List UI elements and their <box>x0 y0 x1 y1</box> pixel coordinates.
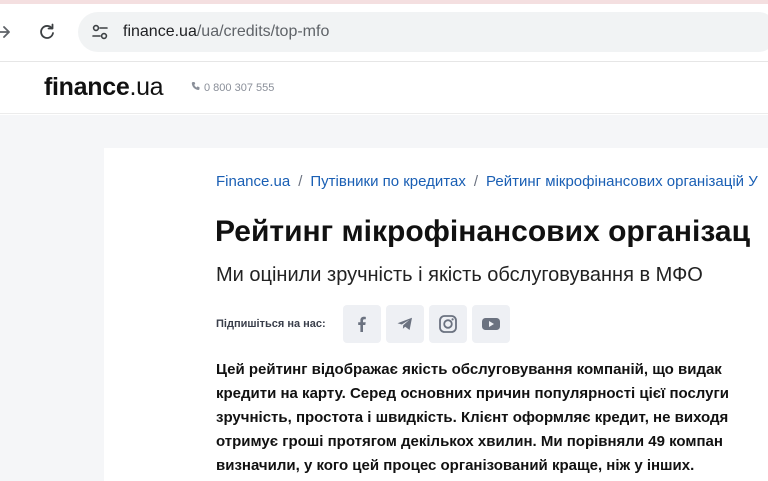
page-subtitle: Ми оцінили зручність і якість обслуговув… <box>216 264 703 286</box>
phone-icon <box>191 82 200 90</box>
breadcrumb-separator: / <box>473 173 479 190</box>
breadcrumb: Finance.ua / Путівники по кредитах / Рейтинг… <box>216 173 758 191</box>
intro-line: зручність, простота і швидкість. Клієнт … <box>216 409 729 426</box>
url-path: /ua/credits/top-mfo <box>196 23 330 40</box>
telegram-button[interactable] <box>386 305 424 343</box>
tune-icon <box>92 24 108 40</box>
tab-strip-edge <box>0 0 768 4</box>
breadcrumb-home[interactable]: Finance.ua <box>216 173 290 190</box>
telegram-icon <box>397 317 412 330</box>
breadcrumb-credit-guides[interactable]: Путівники по кредитах <box>310 173 465 190</box>
site-header: finance.ua 0 800 307 555 <box>0 62 768 114</box>
url-domain: finance.ua <box>123 23 197 40</box>
forward-button[interactable] <box>0 21 14 43</box>
breadcrumb-current[interactable]: Рейтинг мікрофінансових організацій У <box>486 173 758 190</box>
address-bar[interactable]: finance.ua/ua/credits/top-mfo <box>78 12 768 52</box>
site-info-button[interactable] <box>90 22 110 42</box>
intro-line: визначили, у кого цей процес організован… <box>216 457 695 474</box>
intro-line: кредити на карту. Серед основних причин … <box>216 385 729 402</box>
browser-toolbar: finance.ua/ua/credits/top-mfo <box>0 0 768 62</box>
logo-rest: .ua <box>129 73 164 101</box>
social-links <box>343 305 510 343</box>
facebook-button[interactable] <box>343 305 381 343</box>
follow-label: Підпишіться на нас: <box>216 318 326 330</box>
logo-bold: finance <box>44 73 130 101</box>
intro-line: отримує гроші протягом декількох хвилин.… <box>216 433 723 450</box>
arrow-right-icon <box>0 26 10 38</box>
page-title: Рейтинг мікрофінансових організац <box>215 215 751 248</box>
breadcrumb-separator: / <box>298 173 303 190</box>
youtube-icon <box>482 318 500 330</box>
reload-button[interactable] <box>37 21 57 43</box>
instagram-icon <box>439 315 457 333</box>
site-logo[interactable]: finance.ua <box>44 72 164 102</box>
intro-paragraph: Цей рейтинг відображає якість обслуговув… <box>216 358 768 478</box>
phone-link[interactable]: 0 800 307 555 <box>191 81 274 95</box>
phone-number: 0 800 307 555 <box>204 82 275 94</box>
intro-line: Цей рейтинг відображає якість обслуговув… <box>216 361 722 378</box>
instagram-button[interactable] <box>429 305 467 343</box>
reload-icon <box>40 23 54 39</box>
url-text[interactable]: finance.ua/ua/credits/top-mfo <box>123 22 329 42</box>
facebook-icon <box>358 316 366 332</box>
youtube-button[interactable] <box>472 305 510 343</box>
